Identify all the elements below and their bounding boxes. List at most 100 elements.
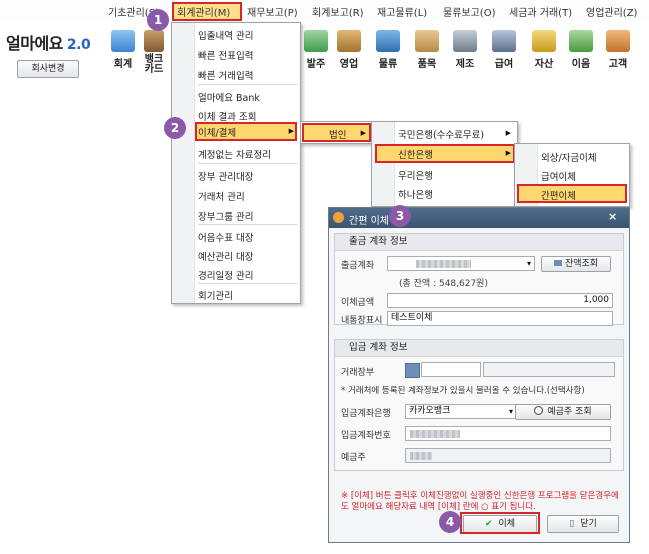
transfer-submenu: 법인 ▶ [300,121,373,144]
money-bag-icon [532,30,556,52]
brand-name: 얼마에요 [6,34,63,53]
brand-logo: 얼마에요 2.0 [6,30,91,54]
menu-item-schedule[interactable]: 경리일정 관리 [198,268,253,282]
toolbar-label: 회계 [113,59,133,70]
owner-input [405,448,611,463]
door-icon: ▯ [569,519,575,529]
deposit-account-input[interactable] [405,426,611,441]
submenu-item-corp[interactable]: 법인 [329,127,346,141]
toolbar-label: 발주 [306,59,326,70]
memo-label: 내통장표시 [341,316,383,326]
toolbar-ieum[interactable]: 이음 [565,30,597,70]
withdraw-account-select[interactable]: ▾ [387,256,535,271]
partner-name-input[interactable] [483,362,615,377]
menu-item-unaccounted[interactable]: 계정없는 자료정리 [198,147,271,161]
toolbar-accounting[interactable]: 회계 [107,30,139,70]
document-icon [569,30,593,52]
menu-separator [198,163,297,164]
menu-item-quick-trade[interactable]: 빠른 거래입력 [198,68,253,82]
card-icon [553,260,562,266]
owner-label: 예금주 [341,453,366,463]
truck-icon [376,30,400,52]
menu-tax[interactable]: 세금과 거래(T) [509,4,572,19]
menu-logistics-report[interactable]: 물류보고(O) [443,4,495,19]
menu-inventory[interactable]: 재고물류(L) [377,4,427,19]
submenu-item-credit-transfer[interactable]: 외상/자금이체 [541,150,597,164]
submenu-item-hana[interactable]: 하나은행 [398,187,433,201]
menu-item-ledger-manage[interactable]: 입출내역 관리 [198,28,253,42]
calculator-icon [111,30,135,52]
menu-accounting-report[interactable]: 회계보고(R) [312,4,364,19]
menu-item-ledger-book[interactable]: 장부 관리대장 [198,169,253,183]
bank-select[interactable]: 카카오뱅크 ▾ [405,404,517,419]
dialog-title-bar: 간편 이체 × [329,208,629,228]
menu-item-transfer-payment[interactable]: 이체/결제 [198,125,236,139]
menu-item-fiscal[interactable]: 회기관리 [198,288,233,302]
deposit-heading: 입금 계좌 정보 [335,340,623,357]
toolbar-label: 급여 [494,59,514,70]
toolbar-label: 품목 [417,59,437,70]
submenu-arrow-icon: ▶ [288,127,294,135]
bank-value: 카카오뱅크 [409,406,451,416]
brand-version: 2.0 [66,37,91,53]
owner-lookup-label: 예금주 조회 [547,407,592,417]
submenu-arrow-icon: ▶ [505,149,511,157]
app-icon [333,212,344,223]
partner-hint: * 거래처에 등록된 계좌정보가 있을시 불러올 수 있습니다.(선택사항) [341,386,585,396]
submenu-item-kb[interactable]: 국민은행(수수료무료) [398,127,484,141]
close-button[interactable]: ▯ 닫기 [547,515,619,533]
change-company-button[interactable]: 회사변경 [17,60,79,78]
step-badge-4: 4 [439,511,461,533]
toolbar-logistics[interactable]: 물류 [372,30,404,70]
amount-input[interactable]: 1,000 [387,293,613,308]
box-icon [415,30,439,52]
bank-label: 입금계좌은행 [341,409,391,419]
submenu-item-payroll-transfer[interactable]: 급여이체 [541,169,576,183]
toolbar-items[interactable]: 품목 [411,30,443,70]
memo-input[interactable]: 테스트이체 [387,311,613,326]
toolbar-assets[interactable]: 자산 [528,30,560,70]
partner-label: 거래장부 [341,368,375,378]
submenu-item-shinhan[interactable]: 신한은행 [398,147,433,161]
balance-inquiry-button[interactable]: 잔액조회 [541,256,611,272]
toolbar-customer[interactable]: 고객 [602,30,634,70]
toolbar-sales[interactable]: 영업 [333,30,365,70]
chevron-down-icon: ▾ [508,407,513,416]
toolbar-bank-card[interactable]: 뱅크 카드 [141,30,167,75]
bank-icon [144,30,164,52]
menu-item-budget[interactable]: 예산관리 대장 [198,249,253,263]
toolbar-label: 뱅크 카드 [144,54,164,75]
submenu-item-easy-transfer[interactable]: 간편이체 [541,188,576,202]
menu-finance-report[interactable]: 재무보고(P) [247,4,298,19]
menu-gutter [172,23,195,303]
menu-accounting-label[interactable]: 회계관리(M) [177,4,230,19]
menu-item-bills[interactable]: 어음수표 대장 [198,230,253,244]
partner-code-input[interactable] [421,362,481,377]
menu-item-bank[interactable]: 얼마에요 Bank [198,90,260,104]
toolbar-payroll[interactable]: 급여 [488,30,520,70]
toolbar-label: 영업 [339,59,359,70]
toolbar-order[interactable]: 발주 [300,30,332,70]
menu-item-quick-voucher[interactable]: 빠른 전표입력 [198,48,253,62]
toolbar-label: 제조 [455,59,475,70]
people-icon [606,30,630,52]
bank-submenu: 국민은행(수수료무료) ▶ 신한은행 ▶ 우리은행 하나은행 [371,121,518,207]
menu-item-transfer-result[interactable]: 이체 결과 조회 [198,109,256,123]
balance-text: (총 잔액 : 548,627원) [399,279,488,289]
withdraw-account-label: 출금계좌 [341,261,375,271]
step-badge-2: 2 [164,117,186,139]
transfer-button-callout [460,512,540,534]
close-icon[interactable]: × [608,210,617,223]
tools-icon [453,30,477,52]
withdraw-section: 출금 계좌 정보 출금계좌 ▾ 잔액조회 (총 잔액 : 548,627원) 이… [334,233,624,326]
briefcase-icon [337,30,361,52]
owner-lookup-button[interactable]: 예금주 조회 [515,404,611,420]
toolbar-manufacturing[interactable]: 제조 [449,30,481,70]
menu-separator [198,84,297,85]
partner-lookup-icon[interactable] [405,363,420,378]
close-button-label: 닫기 [580,519,597,529]
menu-item-partner[interactable]: 거래처 관리 [198,189,245,203]
menu-sales[interactable]: 영업관리(Z) [586,4,637,19]
menu-item-ledger-group[interactable]: 장부그룹 관리 [198,209,253,223]
submenu-item-woori[interactable]: 우리은행 [398,168,433,182]
